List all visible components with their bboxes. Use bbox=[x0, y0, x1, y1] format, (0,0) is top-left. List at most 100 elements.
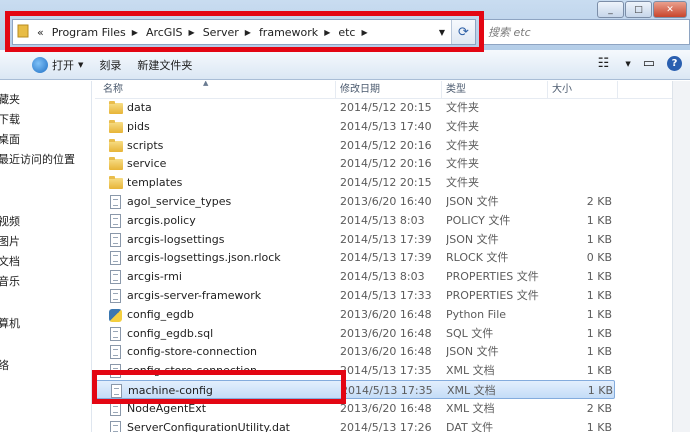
chevron-right-icon[interactable]: ▶ bbox=[132, 28, 138, 37]
file-row[interactable]: arcgis-rmi 2014/5/13 8:03 PROPERTIES 文件 1 K… bbox=[95, 267, 615, 286]
chevron-down-icon: ▼ bbox=[78, 60, 84, 69]
chevron-right-icon[interactable]: ▶ bbox=[324, 28, 330, 37]
file-row[interactable]: arcgis-server-framework 2014/5/13 17:33 PR… bbox=[95, 286, 615, 305]
file-name: pids bbox=[127, 119, 150, 133]
preview-pane-icon[interactable]: ▭ bbox=[643, 56, 655, 71]
file-row[interactable]: config-store-connection 2013/6/20 16:48 JS… bbox=[95, 342, 615, 361]
nav-item-favorites[interactable]: 藏夹 bbox=[0, 91, 20, 107]
chevron-right-icon[interactable]: ▶ bbox=[245, 28, 251, 37]
file-size bbox=[552, 98, 612, 117]
address-segment-label: etc bbox=[338, 25, 356, 39]
title-bar: _ □ ✕ « Program Files ▶ ArcGIS ▶ Server … bbox=[0, 0, 690, 50]
file-name: machine-config bbox=[128, 384, 213, 397]
address-segment-arcgis[interactable]: ArcGIS ▶ bbox=[142, 26, 199, 39]
chevron-right-icon[interactable]: ▶ bbox=[189, 28, 195, 37]
column-header-date[interactable]: 修改日期 bbox=[336, 81, 442, 99]
nav-item-music[interactable]: 音乐 bbox=[0, 273, 20, 289]
file-size: 1 KB bbox=[586, 307, 612, 321]
open-button[interactable]: 打开 ▼ bbox=[24, 56, 91, 73]
column-header-name[interactable]: 名称 bbox=[99, 81, 336, 99]
nav-item-videos[interactable]: 视频 bbox=[0, 213, 20, 229]
file-type: JSON 文件 bbox=[446, 195, 499, 208]
file-date: 2014/5/13 17:35 bbox=[340, 364, 432, 378]
file-size bbox=[552, 173, 612, 192]
file-row[interactable]: pids 2014/5/13 17:40 文件夹 bbox=[95, 117, 615, 136]
file-row[interactable]: NodeAgentExt 2013/6/20 16:48 XML 文档 2 KB bbox=[95, 399, 615, 418]
file-date: 2013/6/20 16:48 bbox=[340, 307, 432, 321]
file-date: 2014/5/13 17:35 bbox=[341, 384, 433, 397]
toolbar-right: ☷ ▼ ▭ ? bbox=[598, 56, 682, 71]
minimize-button[interactable]: _ bbox=[597, 1, 624, 18]
file-icon bbox=[109, 363, 123, 379]
file-date: 2014/5/13 17:40 bbox=[340, 119, 432, 133]
column-header-size[interactable]: 大小 bbox=[548, 81, 618, 99]
address-segment-label: ArcGIS bbox=[145, 25, 183, 39]
file-type: RLOCK 文件 bbox=[446, 251, 509, 265]
address-segment-etc[interactable]: etc ▶ bbox=[334, 26, 371, 39]
nav-item-desktop[interactable]: 桌面 bbox=[0, 131, 20, 147]
view-options-icon[interactable]: ☷ bbox=[598, 56, 610, 71]
file-size: 1 KB bbox=[586, 270, 612, 284]
file-size: 1 KB bbox=[587, 384, 613, 397]
column-header-type[interactable]: 类型 bbox=[442, 81, 548, 99]
nav-item-recent-places[interactable]: 最近访问的位置 bbox=[0, 151, 75, 167]
open-label: 打开 bbox=[52, 58, 74, 72]
chevron-down-icon[interactable]: ▼ bbox=[625, 60, 630, 68]
refresh-icon[interactable]: ⟳ bbox=[451, 20, 475, 44]
file-name: NodeAgentExt bbox=[127, 401, 207, 415]
file-type: 文件夹 bbox=[446, 176, 479, 190]
file-row[interactable]: machine-config 2014/5/13 17:35 XML 文档 1 KB bbox=[95, 380, 615, 399]
folder-icon bbox=[109, 156, 123, 172]
file-row[interactable]: service 2014/5/12 20:16 文件夹 bbox=[95, 154, 615, 173]
file-row[interactable]: scripts 2014/5/12 20:16 文件夹 bbox=[95, 136, 615, 155]
file-type: PROPERTIES 文件 bbox=[446, 270, 539, 284]
file-icon bbox=[110, 383, 124, 399]
file-name: config_egdb.sql bbox=[127, 326, 214, 340]
file-date: 2014/5/13 17:33 bbox=[340, 289, 432, 302]
maximize-button[interactable]: □ bbox=[625, 1, 652, 18]
burn-button[interactable]: 刻录 bbox=[91, 57, 129, 73]
chevron-right-icon[interactable]: ▶ bbox=[361, 28, 367, 37]
address-segment-program-files[interactable]: Program Files ▶ bbox=[48, 26, 142, 39]
file-name: data bbox=[127, 101, 152, 114]
file-icon bbox=[109, 213, 123, 229]
folder-icon bbox=[13, 24, 33, 41]
file-name: arcgis-rmi bbox=[127, 270, 182, 284]
vertical-scrollbar[interactable] bbox=[672, 81, 690, 432]
file-date: 2014/5/12 20:16 bbox=[340, 157, 432, 171]
file-type: 文件夹 bbox=[446, 101, 479, 114]
nav-item-network[interactable]: 络 bbox=[0, 357, 9, 373]
file-icon bbox=[109, 401, 123, 417]
file-row[interactable]: config-store-connection 2014/5/13 17:35 XM… bbox=[95, 361, 615, 380]
file-size bbox=[552, 117, 612, 136]
address-bar[interactable]: « Program Files ▶ ArcGIS ▶ Server ▶ fram… bbox=[12, 19, 476, 45]
file-type: PROPERTIES 文件 bbox=[446, 289, 539, 302]
nav-item-documents[interactable]: 文档 bbox=[0, 253, 20, 269]
nav-item-computer[interactable]: 算机 bbox=[0, 315, 20, 331]
nav-item-downloads[interactable]: 下载 bbox=[0, 111, 20, 127]
file-row[interactable]: data 2014/5/12 20:15 文件夹 bbox=[95, 98, 615, 117]
file-row[interactable]: agol_service_types 2013/6/20 16:40 JSON 文件… bbox=[95, 192, 615, 211]
help-icon[interactable]: ? bbox=[667, 56, 682, 71]
navigation-pane: 藏夹 下载 桌面 最近访问的位置 视频 图片 文档 音乐 算机 络 bbox=[0, 81, 92, 432]
address-overflow[interactable]: « bbox=[33, 26, 48, 39]
address-segment-server[interactable]: Server ▶ bbox=[199, 26, 255, 39]
address-segment-framework[interactable]: framework ▶ bbox=[255, 26, 334, 39]
file-row[interactable]: arcgis-logsettings 2014/5/13 17:39 JSON 文件… bbox=[95, 230, 615, 249]
file-date: 2014/5/13 17:39 bbox=[340, 232, 432, 246]
file-name: ServerConfigurationUtility.dat bbox=[127, 420, 290, 432]
file-size: 2 KB bbox=[586, 195, 612, 208]
file-row[interactable]: arcgis-logsettings.json.rlock 2014/5/13 1… bbox=[95, 248, 615, 267]
address-history-dropdown-icon[interactable]: ▼ bbox=[435, 20, 449, 44]
new-folder-button[interactable]: 新建文件夹 bbox=[129, 57, 200, 73]
search-input[interactable]: 搜索 etc bbox=[481, 19, 690, 45]
file-icon bbox=[109, 194, 123, 210]
file-size: 1 KB bbox=[586, 289, 612, 302]
file-row[interactable]: config_egdb.sql 2013/6/20 16:48 SQL 文件 1 KB bbox=[95, 324, 615, 343]
file-row[interactable]: templates 2014/5/12 20:15 文件夹 bbox=[95, 173, 615, 192]
file-row[interactable]: config_egdb 2013/6/20 16:48 Python File 1 K… bbox=[95, 305, 615, 324]
file-row[interactable]: ServerConfigurationUtility.dat 2014/5/13 … bbox=[95, 418, 615, 432]
nav-item-pictures[interactable]: 图片 bbox=[0, 233, 20, 249]
close-button[interactable]: ✕ bbox=[653, 1, 687, 18]
file-row[interactable]: arcgis.policy 2014/5/13 8:03 POLICY 文件 1 KB bbox=[95, 211, 615, 230]
